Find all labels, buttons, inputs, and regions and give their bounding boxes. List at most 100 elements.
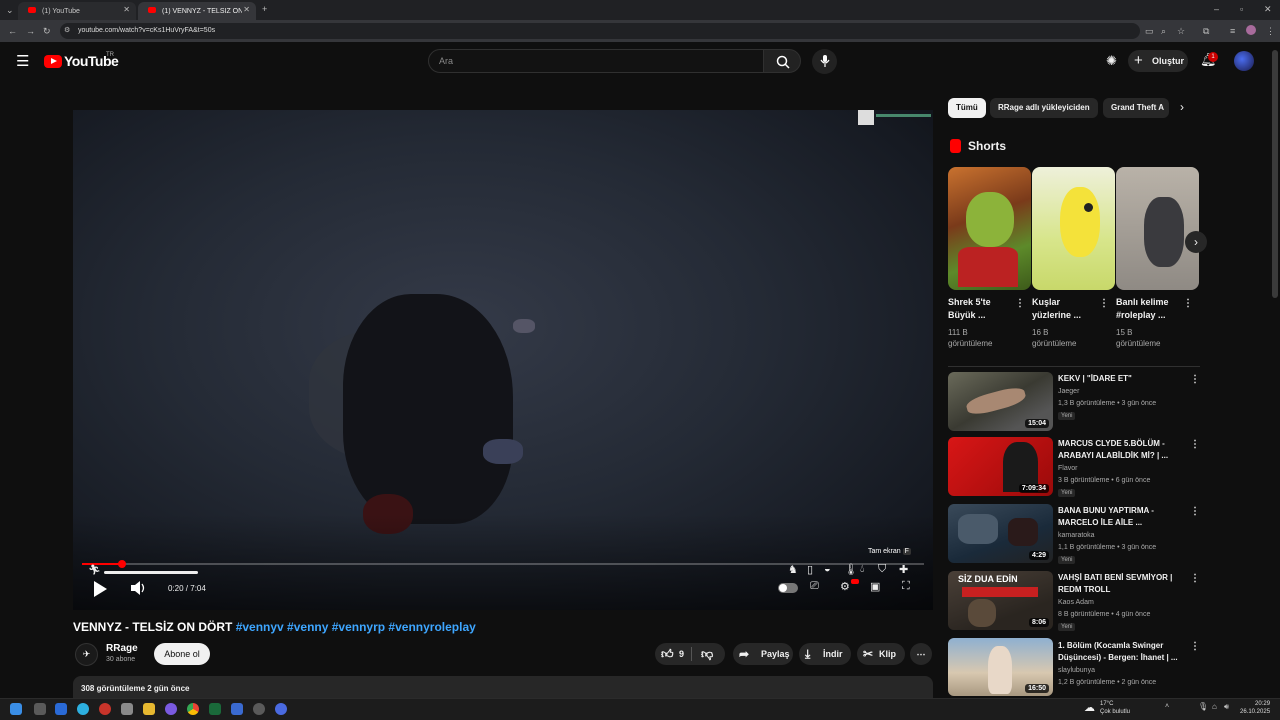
voice-search-button[interactable] — [812, 49, 837, 74]
short-thumbnail[interactable] — [948, 167, 1031, 290]
minimize-icon[interactable]: – — [1214, 4, 1219, 14]
account-avatar[interactable] — [1234, 51, 1254, 71]
page-scrollbar[interactable] — [1272, 50, 1278, 298]
recommendation-channel[interactable]: slaylubunya — [1058, 665, 1095, 677]
site-info-icon[interactable]: ⚙ — [64, 26, 70, 34]
windows-start-icon[interactable] — [10, 703, 22, 715]
media-icon[interactable]: ≡ — [1230, 26, 1235, 36]
more-vert-icon[interactable]: ⋮ — [1190, 573, 1200, 584]
volume-icon[interactable] — [130, 581, 146, 595]
chip-uploader[interactable]: RRage adlı yükleyiciden — [990, 98, 1098, 118]
recommendation-title[interactable]: MARCUS CLYDE 5.BÖLÜM - ARABAYI ALABİLDİK… — [1058, 438, 1178, 462]
channel-avatar[interactable]: ✈ — [75, 643, 98, 666]
more-vert-icon[interactable]: ⋮ — [1190, 506, 1200, 517]
close-tab-icon[interactable]: ✕ — [243, 5, 250, 14]
like-icon[interactable]: 👍︎ — [661, 643, 674, 665]
settings-gear-icon[interactable]: ⚙ — [840, 580, 850, 593]
recommendation-thumbnail[interactable]: 16:50 — [948, 638, 1053, 696]
recommendation-thumbnail[interactable]: 4:29 — [948, 504, 1053, 563]
subtitles-icon[interactable]: ⎚ — [810, 580, 819, 593]
video-player[interactable] — [73, 94, 933, 610]
chip-all[interactable]: Tümü — [948, 98, 986, 118]
close-window-icon[interactable]: ✕ — [1264, 4, 1272, 15]
new-tab-icon[interactable]: + — [262, 4, 267, 14]
file-explorer-icon[interactable] — [143, 703, 155, 715]
tab-list-icon[interactable]: ⌄ — [6, 5, 14, 16]
tray-chevron-icon[interactable]: ˄ — [1165, 703, 1169, 710]
recommendation-thumbnail[interactable]: SİZ DUA EDİN 8:06 — [948, 571, 1053, 630]
short-title[interactable]: Banlı kelime #roleplay ... — [1116, 296, 1169, 322]
maximize-icon[interactable]: ▫ — [1240, 4, 1243, 14]
progress-scrubber[interactable] — [118, 560, 126, 568]
recommendation-channel[interactable]: Jaeger — [1058, 386, 1079, 398]
app-icon[interactable] — [121, 703, 133, 715]
app-icon[interactable] — [209, 703, 221, 715]
more-vert-icon[interactable]: ⋮ — [1183, 298, 1193, 309]
subscribe-button[interactable]: Abone ol — [154, 643, 210, 665]
fullscreen-icon[interactable]: ⛶ — [902, 580, 910, 593]
miniplayer-icon[interactable]: ▣ — [870, 580, 880, 593]
back-icon[interactable]: ← — [8, 26, 17, 36]
app-icon[interactable] — [253, 703, 265, 715]
youtube-logo-icon[interactable] — [44, 55, 62, 68]
system-clock[interactable]: 20:29 26.10.2025 — [1240, 700, 1270, 716]
more-vert-icon[interactable]: ⋮ — [1190, 374, 1200, 385]
share-button[interactable]: ➦ Paylaş — [733, 643, 793, 665]
app-icon[interactable] — [231, 703, 243, 715]
tab-youtube[interactable]: (1) YouTube ✕ — [18, 2, 136, 20]
extensions-icon[interactable]: ⧉ — [1203, 26, 1209, 37]
short-title[interactable]: Shrek 5'te Büyük ... — [948, 296, 991, 322]
close-tab-icon[interactable]: ✕ — [123, 5, 130, 14]
dislike-icon[interactable]: 👎︎ — [701, 643, 713, 665]
hamburger-menu-icon[interactable]: ☰ — [16, 52, 29, 70]
volume-slider[interactable] — [104, 571, 198, 574]
more-vert-icon[interactable]: ⋮ — [1015, 298, 1025, 309]
more-vert-icon[interactable]: ⋮ — [1099, 298, 1109, 309]
channel-name[interactable]: RRage — [106, 643, 138, 654]
search-taskbar-icon[interactable] — [34, 703, 46, 715]
cast-icon[interactable]: ▭ — [1145, 26, 1154, 37]
tab-video[interactable]: (1) VENNYZ - TELSİZ ON DÖRT ✕ — [138, 2, 256, 20]
recommendation-channel[interactable]: Flavor — [1058, 463, 1077, 475]
app-icon[interactable] — [99, 703, 111, 715]
clip-button[interactable]: ✂ Klip — [857, 643, 905, 665]
bookmark-star-icon[interactable]: ☆ — [1177, 26, 1185, 37]
play-icon[interactable] — [92, 580, 108, 598]
profile-icon[interactable] — [1246, 25, 1256, 35]
microphone-tray-icon[interactable]: 🎙︎ — [1198, 702, 1208, 711]
url-input[interactable]: youtube.com/watch?v=cKs1HuVryFA&t=50s — [60, 23, 1140, 39]
short-title[interactable]: Kuşlar yüzlerine ... — [1032, 296, 1081, 322]
chip-gta[interactable]: Grand Theft A — [1103, 98, 1169, 118]
create-button[interactable]: + Oluştur — [1128, 50, 1188, 72]
edge-icon[interactable] — [77, 703, 89, 715]
zoom-icon[interactable]: ⌕ — [1161, 26, 1166, 37]
more-vert-icon[interactable]: ⋮ — [1190, 439, 1200, 450]
more-vert-icon[interactable]: ⋮ — [1190, 641, 1200, 652]
app-icon[interactable] — [55, 703, 67, 715]
search-button[interactable] — [763, 49, 801, 73]
browser-menu-icon[interactable]: ⋮ — [1266, 26, 1275, 37]
recommendation-channel[interactable]: Kaos Adam — [1058, 597, 1094, 609]
app-icon[interactable] — [275, 703, 287, 715]
app-icon[interactable] — [165, 703, 177, 715]
recommendation-channel[interactable]: kamaratoka — [1058, 530, 1095, 542]
shorts-next-button[interactable]: › — [1185, 231, 1207, 253]
download-button[interactable]: ⤓ İndir — [799, 643, 851, 665]
chrome-icon[interactable] — [187, 703, 199, 715]
recommendation-thumbnail[interactable]: 7:09:34 — [948, 437, 1053, 496]
weather-widget[interactable]: 17°C Çok bulutlu — [1100, 700, 1130, 716]
short-thumbnail[interactable] — [1116, 167, 1199, 290]
recommendation-thumbnail[interactable]: 15:04 — [948, 372, 1053, 431]
short-thumbnail[interactable] — [1032, 167, 1115, 290]
network-icon[interactable]: ⌂ — [1212, 702, 1217, 711]
forward-icon[interactable]: → — [26, 26, 35, 36]
recommendation-title[interactable]: BANA BUNU YAPTIRMA - MARCELO İLE AİLE ..… — [1058, 505, 1178, 529]
search-input[interactable]: Ara — [428, 49, 764, 73]
autoplay-toggle[interactable] — [778, 583, 798, 593]
reload-icon[interactable]: ↻ — [43, 26, 51, 37]
recommendation-title[interactable]: VAHŞİ BATI BENİ SEVMİYOR | REDM TROLL — [1058, 572, 1178, 596]
cast-settings-icon[interactable]: ✺ — [1106, 53, 1117, 69]
video-hashtags[interactable]: #vennyv #venny #vennyrp #vennyroleplay — [236, 620, 476, 634]
speaker-icon[interactable]: 🔊︎ — [1224, 702, 1229, 712]
chevron-right-icon[interactable]: › — [1180, 100, 1184, 114]
